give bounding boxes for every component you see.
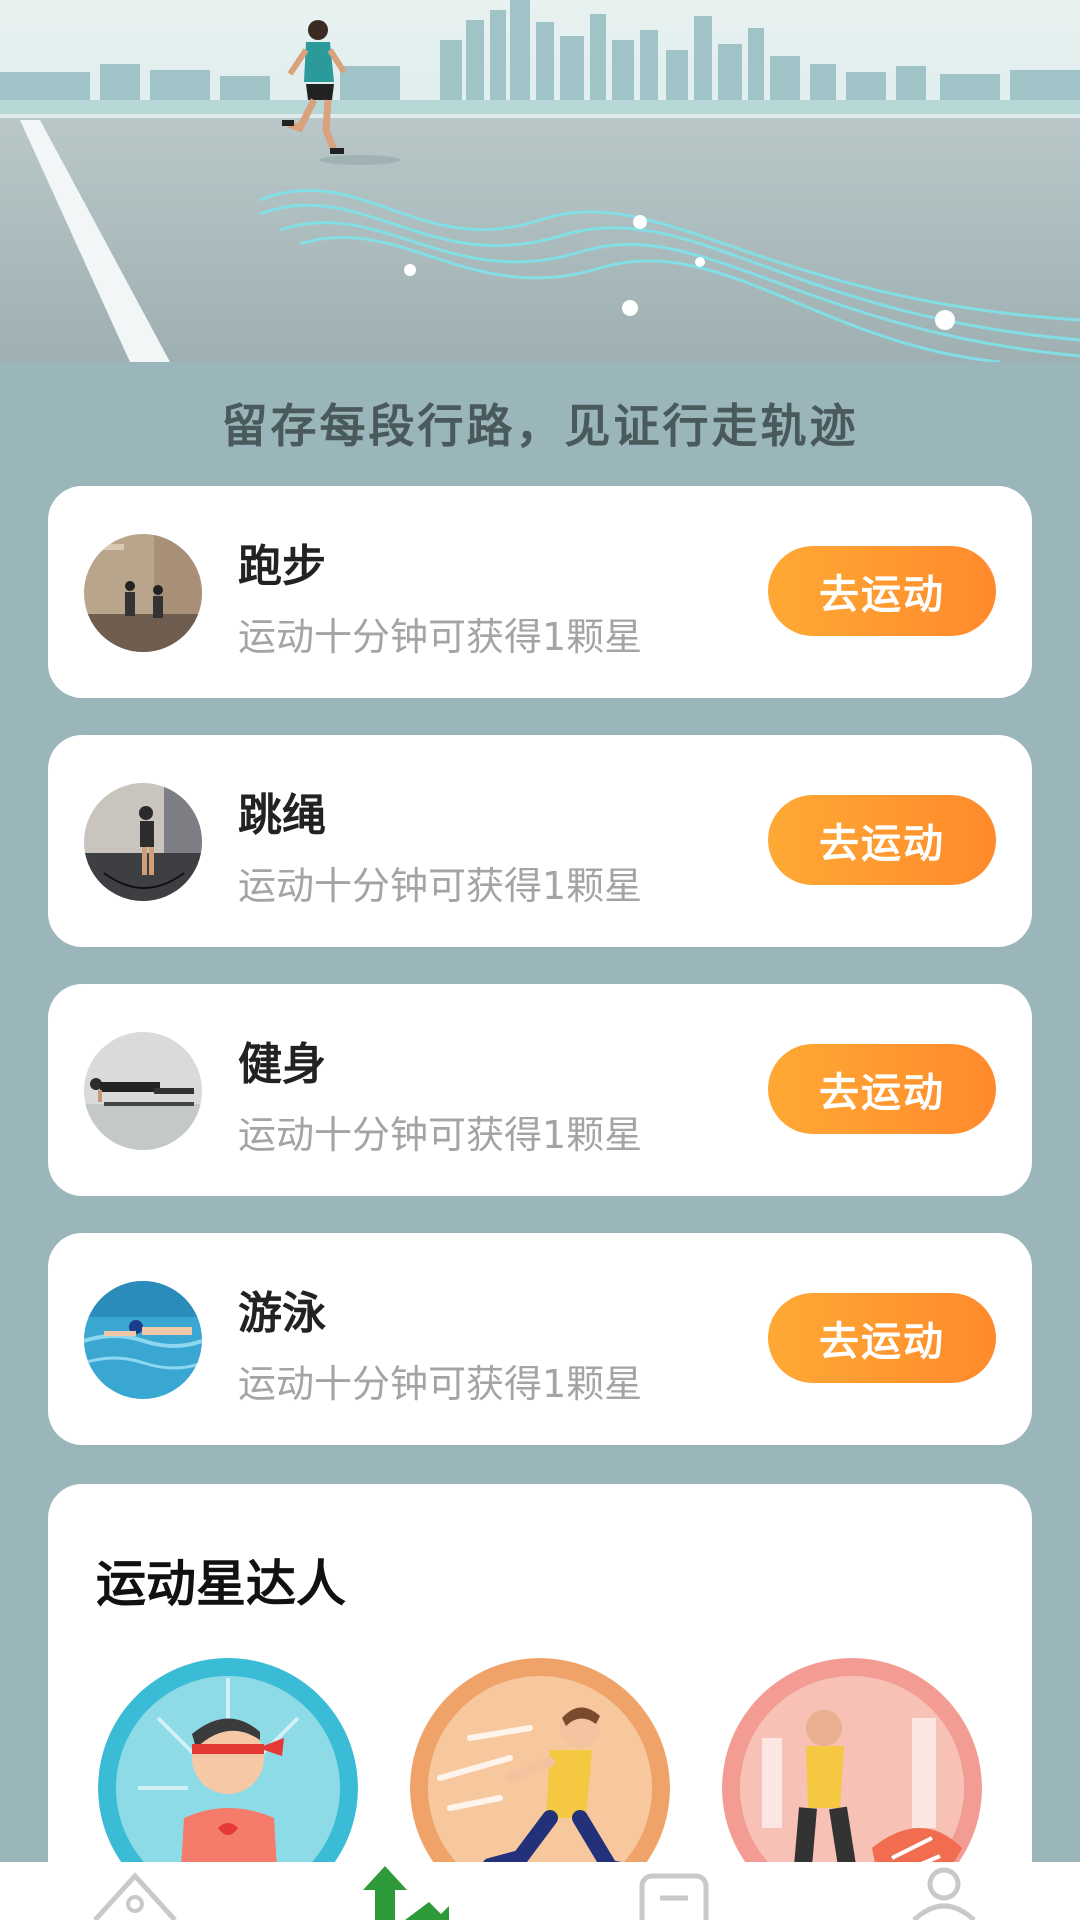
page-slogan: 留存每段行路，见证行走轨迹 <box>221 399 859 453</box>
hero-runner-illustration <box>0 0 1080 362</box>
activity-title: 跑步 <box>238 541 326 592</box>
go-exercise-button[interactable]: 去运动 <box>768 795 996 885</box>
activity-reward-text: 运动十分钟可获得1颗星 <box>238 615 643 659</box>
fitness-plank-photo <box>84 1032 202 1150</box>
swimming-photo <box>84 1281 202 1399</box>
list-icon[interactable] <box>614 1862 734 1920</box>
activity-title: 游泳 <box>238 1288 326 1339</box>
sport-active-icon[interactable] <box>345 1862 465 1920</box>
activity-reward-text: 运动十分钟可获得1颗星 <box>238 1113 643 1157</box>
activity-reward-text: 运动十分钟可获得1颗星 <box>238 864 643 908</box>
star-talent-panel: 运动星达人 <box>48 1484 1032 1920</box>
profile-icon[interactable] <box>884 1862 1004 1920</box>
go-exercise-button[interactable]: 去运动 <box>768 1293 996 1383</box>
activity-card-jump-rope[interactable]: 跳绳 运动十分钟可获得1颗星 去运动 <box>48 735 1032 947</box>
activity-title: 健身 <box>238 1039 326 1090</box>
go-exercise-button[interactable]: 去运动 <box>768 1044 996 1134</box>
bottom-tab-bar <box>0 1862 1080 1920</box>
home-icon[interactable] <box>75 1862 195 1920</box>
activity-card-running[interactable]: 跑步 运动十分钟可获得1颗星 去运动 <box>48 486 1032 698</box>
activity-card-swimming[interactable]: 游泳 运动十分钟可获得1颗星 去运动 <box>48 1233 1032 1445</box>
sport-page: 留存每段行路，见证行走轨迹 跑步 运动十分钟可获得1颗星 去运动 跳绳 运动十分… <box>0 0 1080 1920</box>
jump-rope-photo <box>84 783 202 901</box>
hero-banner <box>0 0 1080 362</box>
running-photo <box>84 534 202 652</box>
activity-title: 跳绳 <box>238 790 326 841</box>
activity-reward-text: 运动十分钟可获得1颗星 <box>238 1362 643 1406</box>
section-title: 运动星达人 <box>96 1555 346 1613</box>
go-exercise-button[interactable]: 去运动 <box>768 546 996 636</box>
activity-card-fitness[interactable]: 健身 运动十分钟可获得1颗星 去运动 <box>48 984 1032 1196</box>
